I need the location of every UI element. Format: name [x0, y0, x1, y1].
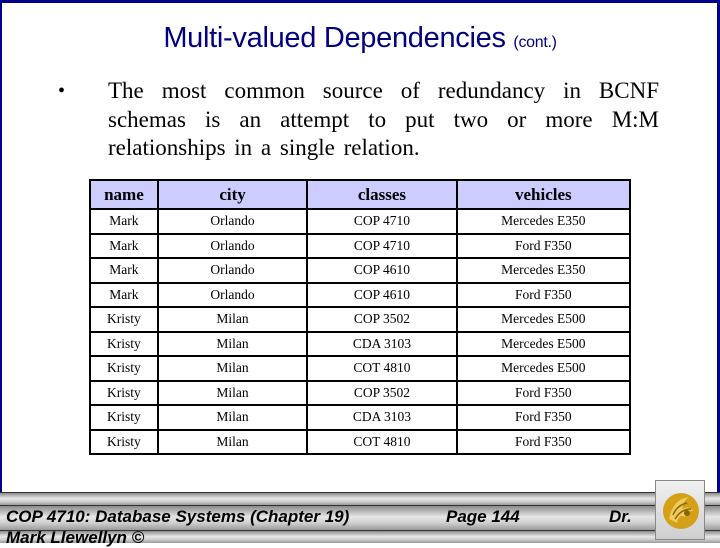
table-row: Kristy Milan CDA 3103 Mercedes E500 — [89, 330, 632, 357]
cell-name: Mark — [89, 257, 159, 284]
column-header-vehicles: vehicles — [455, 179, 632, 210]
footer-band-top — [0, 492, 720, 505]
table-row: Kristy Milan CDA 3103 Ford F350 — [89, 404, 632, 431]
table-header-row: name city classes vehicles — [89, 179, 632, 210]
column-header-name: name — [89, 179, 159, 210]
slide-footer: COP 4710: Database Systems (Chapter 19) … — [0, 480, 720, 547]
slide-title-main: Multi-valued Dependencies — [163, 22, 506, 54]
cell-vehicles: Ford F350 — [455, 232, 632, 259]
cell-vehicles: Mercedes E350 — [455, 257, 632, 284]
cell-city: Orlando — [156, 208, 309, 235]
table-row: Mark Orlando COP 4610 Ford F350 — [89, 281, 632, 308]
footer-page-number: Page 144 — [446, 507, 520, 526]
cell-name: Kristy — [89, 379, 159, 406]
cell-city: Milan — [156, 306, 309, 333]
cell-classes: COP 4710 — [306, 208, 458, 235]
footer-course: COP 4710: Database Systems (Chapter 19) — [6, 507, 350, 526]
logo — [655, 480, 705, 540]
cell-city: Milan — [156, 404, 309, 431]
cell-name: Kristy — [89, 404, 159, 431]
cell-classes: COT 4810 — [306, 355, 458, 382]
cell-vehicles: Ford F350 — [455, 379, 632, 406]
cell-city: Milan — [156, 428, 309, 455]
cell-classes: COP 3502 — [306, 379, 458, 406]
cell-vehicles: Mercedes E500 — [455, 355, 632, 382]
cell-classes: CDA 3103 — [306, 330, 458, 357]
table-row: Kristy Milan COT 4810 Ford F350 — [89, 428, 632, 455]
table-row: Mark Orlando COP 4710 Mercedes E350 — [89, 208, 632, 235]
table-row: Mark Orlando COP 4610 Mercedes E350 — [89, 257, 632, 284]
cell-classes: COP 4610 — [306, 257, 458, 284]
cell-vehicles: Ford F350 — [455, 281, 632, 308]
cell-classes: CDA 3103 — [306, 404, 458, 431]
bullet-text: The most common source of redundancy in … — [108, 78, 659, 160]
cell-classes: COP 4710 — [306, 232, 458, 259]
column-header-city: city — [156, 179, 309, 210]
cell-name: Mark — [89, 281, 159, 308]
slide-title: Multi-valued Dependencies (cont.) — [0, 22, 720, 55]
cell-name: Kristy — [89, 306, 159, 333]
cell-city: Milan — [156, 379, 309, 406]
cell-city: Orlando — [156, 257, 309, 284]
cell-name: Kristy — [89, 428, 159, 455]
cell-city: Orlando — [156, 281, 309, 308]
cell-city: Milan — [156, 330, 309, 357]
table-row: Kristy Milan COP 3502 Ford F350 — [89, 379, 632, 406]
cell-name: Kristy — [89, 355, 159, 382]
cell-name: Kristy — [89, 330, 159, 357]
cell-classes: COT 4810 — [306, 428, 458, 455]
cell-name: Mark — [89, 232, 159, 259]
table-row: Kristy Milan COP 3502 Mercedes E500 — [89, 306, 632, 333]
table-row: Kristy Milan COT 4810 Mercedes E500 — [89, 355, 632, 382]
cell-city: Orlando — [156, 232, 309, 259]
relation-table: name city classes vehicles Mark Orlando … — [89, 179, 632, 455]
slide-title-suffix: (cont.) — [513, 34, 557, 51]
cell-classes: COP 3502 — [306, 306, 458, 333]
cell-vehicles: Ford F350 — [455, 428, 632, 455]
pegasus-logo-icon — [663, 493, 699, 529]
cell-city: Milan — [156, 355, 309, 382]
footer-author-name: Mark Llewellyn © — [6, 528, 145, 547]
table-row: Mark Orlando COP 4710 Ford F350 — [89, 232, 632, 259]
cell-vehicles: Mercedes E500 — [455, 306, 632, 333]
cell-classes: COP 4610 — [306, 281, 458, 308]
cell-name: Mark — [89, 208, 159, 235]
cell-vehicles: Mercedes E500 — [455, 330, 632, 357]
column-header-classes: classes — [306, 179, 458, 210]
footer-author-prefix: Dr. — [609, 507, 632, 526]
cell-vehicles: Ford F350 — [455, 404, 632, 431]
cell-vehicles: Mercedes E350 — [455, 208, 632, 235]
bullet-icon: • — [58, 80, 66, 102]
